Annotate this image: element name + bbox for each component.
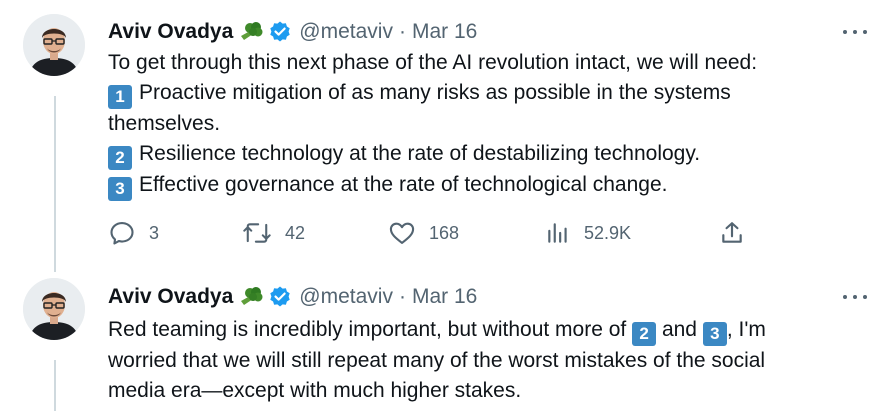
keycap-2-icon: 2 bbox=[632, 322, 657, 346]
text-run: Red teaming is incredibly important, but… bbox=[108, 318, 627, 341]
keycap-1-icon: 1 bbox=[108, 85, 132, 109]
reply-count: 3 bbox=[149, 222, 160, 243]
separator-dot: · bbox=[398, 285, 406, 308]
item-text: Effective governance at the rate of tech… bbox=[139, 173, 668, 196]
text-run: , I'm bbox=[726, 318, 766, 341]
tweet-text: Red teaming is incredibly important, but… bbox=[108, 315, 868, 406]
like-button[interactable]: 168 bbox=[388, 218, 459, 248]
avatar[interactable] bbox=[23, 14, 85, 76]
verified-badge-icon bbox=[268, 285, 292, 309]
tweet-actions: 3 42 168 52.9K bbox=[108, 218, 748, 248]
tweet-line: 2 Resilience technology at the rate of de… bbox=[108, 139, 868, 170]
thread-connector bbox=[54, 360, 56, 411]
author-handle[interactable]: @metaviv bbox=[299, 20, 393, 44]
more-options-icon[interactable] bbox=[843, 292, 867, 302]
views-chart-icon bbox=[545, 219, 571, 247]
like-count: 168 bbox=[429, 222, 460, 243]
more-options-icon[interactable] bbox=[843, 27, 867, 37]
tweet-line: worried that we will still repeat many o… bbox=[108, 349, 766, 372]
keycap-2-icon: 2 bbox=[108, 146, 132, 170]
tweet-date[interactable]: Mar 16 bbox=[412, 20, 477, 44]
author-handle[interactable]: @metaviv bbox=[299, 285, 393, 309]
share-icon bbox=[719, 219, 745, 247]
share-button[interactable] bbox=[719, 218, 745, 248]
broccoli-icon bbox=[238, 285, 264, 309]
verified-badge-icon bbox=[268, 20, 292, 44]
text-run: and bbox=[661, 318, 697, 341]
author-name[interactable]: Aviv Ovadya bbox=[108, 285, 233, 309]
thread-connector bbox=[54, 96, 56, 272]
retweet-count: 42 bbox=[285, 222, 306, 243]
tweet-text: To get through this next phase of the AI… bbox=[108, 48, 868, 201]
separator-dot: · bbox=[398, 20, 406, 43]
retweet-icon bbox=[242, 219, 272, 247]
tweet-line: Red teaming is incredibly important, but… bbox=[108, 315, 868, 346]
tweet-line: 1 Proactive mitigation of as many risks a… bbox=[108, 78, 868, 109]
item-text: Proactive mitigation of as many risks as… bbox=[139, 81, 731, 104]
tweet-line: media era—except with much higher stakes… bbox=[108, 379, 522, 402]
heart-icon bbox=[388, 219, 416, 247]
tweet-date[interactable]: Mar 16 bbox=[412, 285, 477, 309]
tweet-line: themselves. bbox=[108, 112, 221, 135]
reply-icon bbox=[108, 219, 136, 247]
author-name[interactable]: Aviv Ovadya bbox=[108, 20, 233, 44]
keycap-3-icon: 3 bbox=[108, 177, 132, 201]
keycap-3-icon: 3 bbox=[702, 322, 727, 346]
item-text: Resilience technology at the rate of des… bbox=[139, 142, 701, 165]
views-count: 52.9K bbox=[584, 222, 632, 243]
tweet-line: To get through this next phase of the AI… bbox=[108, 51, 758, 74]
tweet-line: 3 Effective governance at the rate of tec… bbox=[108, 170, 868, 201]
retweet-button[interactable]: 42 bbox=[242, 218, 305, 248]
broccoli-icon bbox=[238, 20, 264, 44]
avatar[interactable] bbox=[23, 278, 85, 340]
views-button[interactable]: 52.9K bbox=[545, 218, 631, 248]
reply-button[interactable]: 3 bbox=[108, 218, 159, 248]
